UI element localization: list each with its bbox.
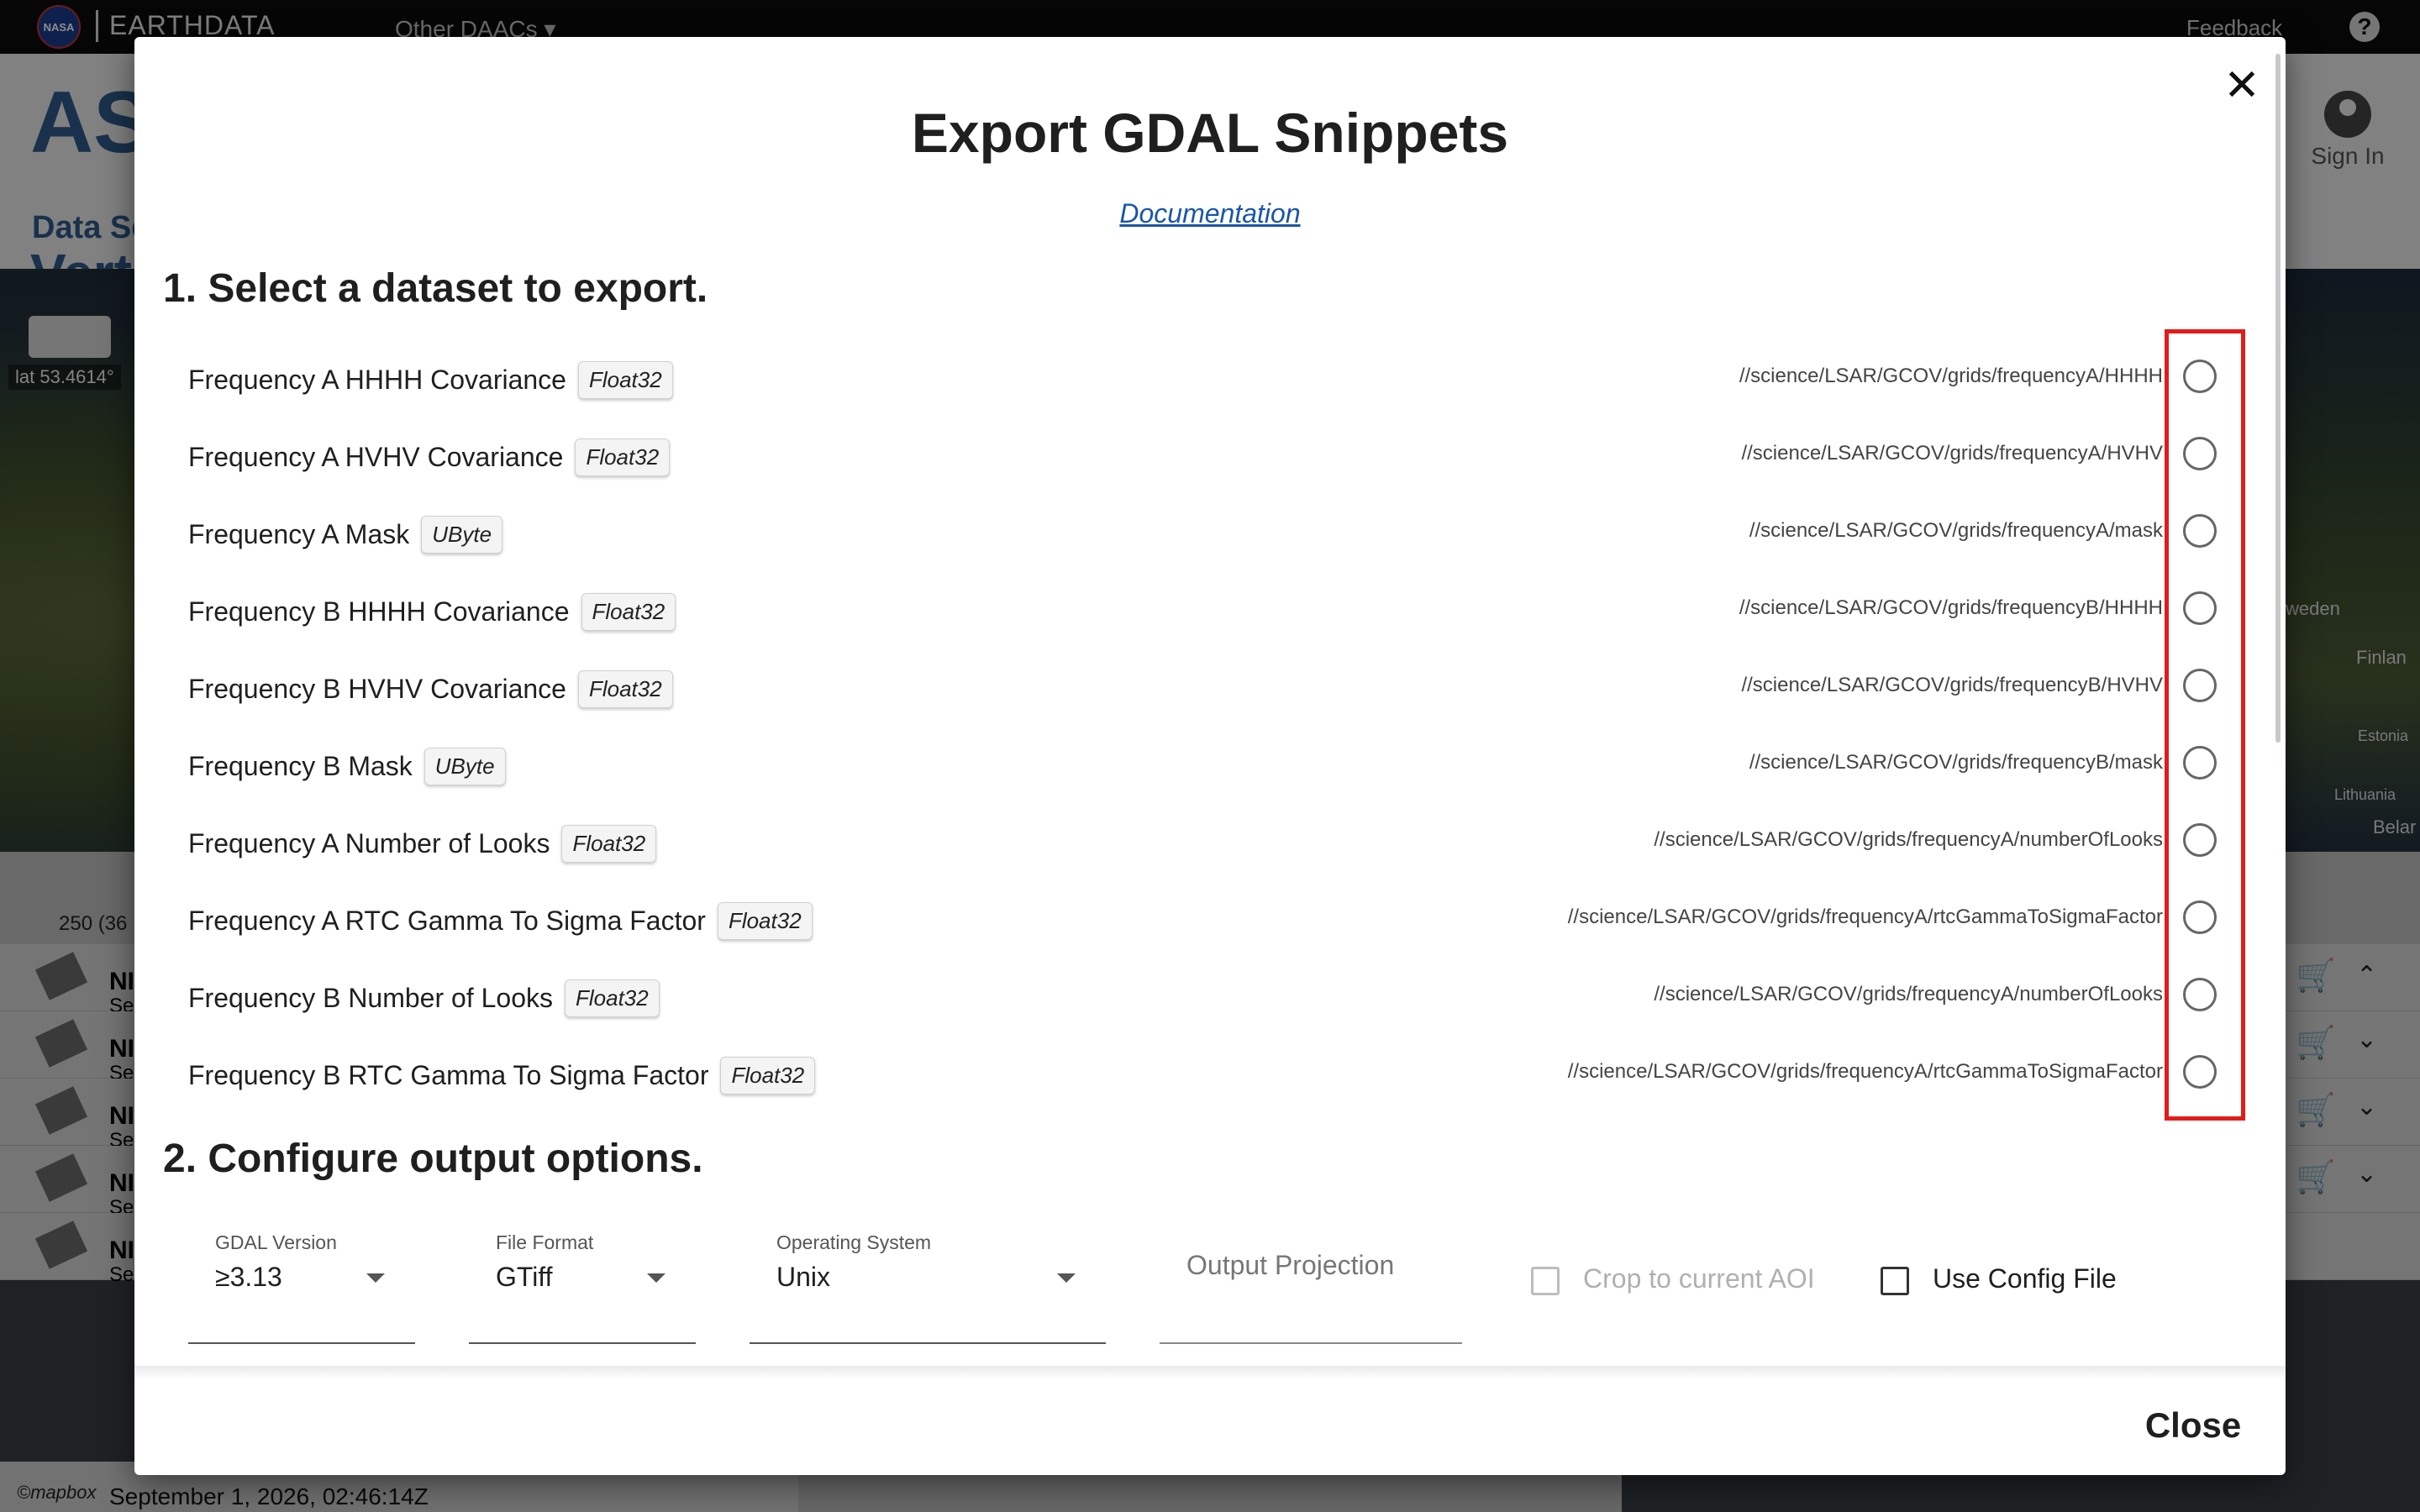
dataset-path: //science/LSAR/GCOV/grids/frequencyB/HVH… <box>1741 674 2163 696</box>
dataset-path: //science/LSAR/GCOV/grids/frequencyA/rtc… <box>1567 1060 2163 1083</box>
dataset-radio[interactable] <box>2183 900 2217 934</box>
dataset-type-badge: Float32 <box>577 670 673 708</box>
close-button[interactable]: Close <box>2126 1396 2260 1455</box>
file-format-label: File Format <box>496 1231 594 1253</box>
output-projection-input[interactable]: Output Projection <box>1160 1215 1462 1344</box>
dataset-row[interactable]: Frequency A HHHH Covariance Float32 //sci… <box>188 339 2255 417</box>
file-format-select[interactable]: File Format GTiff <box>469 1215 696 1344</box>
dataset-type-badge: UByte <box>421 516 503 554</box>
dataset-path: //science/LSAR/GCOV/grids/frequencyA/rtc… <box>1567 906 2163 928</box>
dropdown-caret-icon <box>366 1273 385 1283</box>
dataset-radio[interactable] <box>2183 823 2217 857</box>
operating-system-select[interactable]: Operating System Unix <box>750 1215 1106 1344</box>
dataset-row[interactable]: Frequency A Mask UByte //science/LSAR/GCO… <box>188 494 2255 571</box>
dataset-type-badge: UByte <box>424 748 506 785</box>
dataset-radio[interactable] <box>2183 1055 2217 1089</box>
dataset-name: Frequency B Mask <box>188 751 413 781</box>
dataset-type-badge: Float32 <box>575 438 671 476</box>
dataset-radio[interactable] <box>2183 591 2217 625</box>
dialog-title: Export GDAL Snippets <box>911 102 1509 164</box>
dataset-row[interactable]: Frequency A HVHV Covariance Float32 //sci… <box>188 417 2255 494</box>
dataset-path: //science/LSAR/GCOV/grids/frequencyA/num… <box>1654 983 2163 1005</box>
dataset-name: Frequency A RTC Gamma To Sigma Factor <box>188 906 706 936</box>
dataset-row[interactable]: Frequency B Mask UByte //science/LSAR/GCO… <box>188 726 2255 803</box>
dataset-radio[interactable] <box>2183 514 2217 548</box>
dataset-type-badge: Float32 <box>581 593 676 631</box>
dataset-path: //science/LSAR/GCOV/grids/frequencyB/mas… <box>1749 751 2163 774</box>
dataset-row[interactable]: Frequency B HHHH Covariance Float32 //sci… <box>188 571 2255 648</box>
dataset-name: Frequency A HVHV Covariance <box>188 442 564 472</box>
dropdown-caret-icon <box>647 1273 666 1283</box>
dataset-path: //science/LSAR/GCOV/grids/frequencyA/mas… <box>1749 519 2163 542</box>
dataset-type-badge: Float32 <box>720 1057 816 1095</box>
dataset-name: Frequency B RTC Gamma To Sigma Factor <box>188 1060 709 1090</box>
dataset-radio[interactable] <box>2183 360 2217 393</box>
dataset-type-badge: Float32 <box>577 361 673 399</box>
dataset-row[interactable]: Frequency B RTC Gamma To Sigma Factor Flo… <box>188 1035 2255 1112</box>
dataset-name: Frequency B HVHV Covariance <box>188 674 566 704</box>
dataset-radio[interactable] <box>2183 669 2217 702</box>
dataset-name: Frequency A HHHH Covariance <box>188 365 566 395</box>
export-gdal-dialog: ✕ Export GDAL Snippets Documentation 1. … <box>134 37 2286 1475</box>
dataset-row[interactable]: Frequency B HVHV Covariance Float32 //sci… <box>188 648 2255 726</box>
documentation-link[interactable]: Documentation <box>134 198 2286 229</box>
dialog-footer-divider <box>134 1366 2286 1379</box>
dataset-row[interactable]: Frequency A RTC Gamma To Sigma Factor Flo… <box>188 880 2255 958</box>
operating-system-value: Unix <box>776 1262 831 1292</box>
dataset-radio[interactable] <box>2183 746 2217 780</box>
dataset-path: //science/LSAR/GCOV/grids/frequencyB/HHH… <box>1739 596 2163 619</box>
dataset-type-badge: Float32 <box>561 825 657 863</box>
crop-to-aoi-checkbox[interactable] <box>1531 1267 1560 1295</box>
gdal-version-value: ≥3.13 <box>215 1262 282 1292</box>
use-config-file-checkbox[interactable] <box>1881 1267 1909 1295</box>
dataset-row[interactable]: Frequency A Number of Looks Float32 //sci… <box>188 803 2255 880</box>
dataset-name: Frequency A Number of Looks <box>188 828 550 858</box>
gdal-version-select[interactable]: GDAL Version ≥3.13 <box>188 1215 415 1344</box>
dataset-row[interactable]: Frequency B Number of Looks Float32 //sci… <box>188 958 2255 1035</box>
dataset-radio[interactable] <box>2183 437 2217 470</box>
file-format-value: GTiff <box>496 1262 553 1292</box>
dataset-path: //science/LSAR/GCOV/grids/frequencyA/HHH… <box>1739 365 2163 387</box>
dataset-path: //science/LSAR/GCOV/grids/frequencyA/HVH… <box>1741 442 2163 465</box>
dataset-name: Frequency A Mask <box>188 519 410 549</box>
dropdown-caret-icon <box>1057 1273 1076 1283</box>
output-projection-placeholder: Output Projection <box>1186 1250 1395 1280</box>
dataset-path: //science/LSAR/GCOV/grids/frequencyA/num… <box>1654 828 2163 851</box>
dataset-name: Frequency B Number of Looks <box>188 983 553 1013</box>
operating-system-label: Operating System <box>776 1231 932 1253</box>
gdal-version-label: GDAL Version <box>215 1231 337 1253</box>
use-config-file-label: Use Config File <box>1933 1263 2117 1294</box>
section-select-dataset-title: 1. Select a dataset to export. <box>163 266 708 311</box>
dataset-type-badge: Float32 <box>717 902 813 940</box>
section-configure-output-title: 2. Configure output options. <box>163 1137 703 1181</box>
dataset-type-badge: Float32 <box>564 979 660 1017</box>
crop-to-aoi-label: Crop to current AOI <box>1583 1263 1815 1294</box>
dataset-name: Frequency B HHHH Covariance <box>188 596 570 627</box>
dataset-radio[interactable] <box>2183 978 2217 1011</box>
